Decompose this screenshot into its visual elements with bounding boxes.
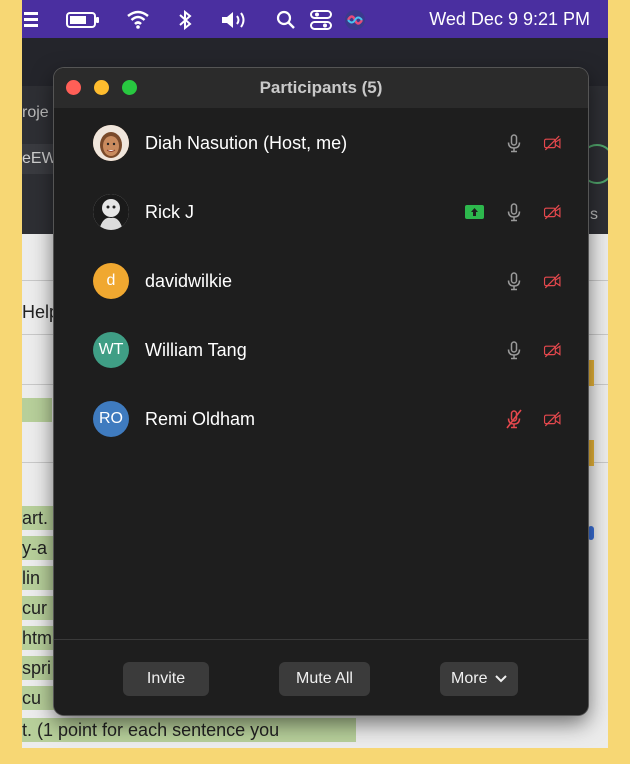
more-button-label: More [451, 670, 488, 687]
doc-line: spri [22, 656, 54, 680]
doc-line: cu [22, 686, 54, 710]
participant-name: William Tang [145, 340, 247, 360]
background-marker [588, 360, 594, 386]
window-titlebar[interactable]: Participants (5) [54, 68, 588, 108]
chevron-down-icon [495, 675, 507, 683]
background-field-fragment: eEW [22, 150, 57, 167]
menubar-clock[interactable]: Wed Dec 9 9:21 PM [429, 0, 590, 38]
mic-icon[interactable] [504, 271, 524, 291]
participant-row[interactable]: d davidwilkie [54, 251, 588, 311]
doc-line: htm [22, 626, 54, 650]
participant-avatar: RO [93, 401, 129, 437]
doc-line: art. [22, 506, 54, 530]
video-off-icon[interactable] [543, 340, 563, 360]
desktop-screen: Wed Dec 9 9:21 PM roje eEW s Help art. y… [22, 0, 608, 748]
background-marker [588, 440, 594, 466]
doc-line: t. (1 point for each sentence you [22, 718, 356, 742]
participants-window: Participants (5) Diah Nasution (Host, me… [54, 68, 588, 715]
doc-line: cur [22, 596, 54, 620]
background-marker [588, 526, 594, 540]
participant-name: Diah Nasution (Host, me) [145, 133, 348, 153]
video-off-icon[interactable] [543, 409, 563, 429]
wifi-icon[interactable] [126, 9, 150, 29]
invite-button[interactable]: Invite [123, 662, 209, 696]
battery-icon[interactable] [66, 12, 100, 28]
siri-icon[interactable] [344, 9, 366, 31]
participant-avatar: WT [93, 332, 129, 368]
window-title: Participants (5) [259, 78, 383, 97]
mic-icon[interactable] [504, 133, 524, 153]
background-tab-fragment: roje [22, 104, 49, 121]
spotlight-search-icon[interactable] [276, 10, 296, 30]
participant-row[interactable]: Diah Nasution (Host, me) [54, 113, 588, 173]
participant-name: Rick J [145, 202, 194, 222]
more-button[interactable]: More [440, 662, 518, 696]
participant-avatar [93, 194, 129, 230]
participant-avatar: d [93, 263, 129, 299]
mic-icon[interactable] [504, 202, 524, 222]
participant-row[interactable]: WT William Tang [54, 320, 588, 380]
macos-menubar: Wed Dec 9 9:21 PM [22, 0, 608, 38]
participant-avatar [93, 125, 129, 161]
mute-all-button[interactable]: Mute All [279, 662, 370, 696]
volume-icon[interactable] [220, 10, 250, 30]
video-off-icon[interactable] [543, 271, 563, 291]
background-side-fragment: s [590, 206, 598, 223]
control-center-icon[interactable] [310, 9, 332, 31]
menu-lines-icon[interactable] [24, 11, 40, 27]
mic-muted-icon[interactable] [504, 409, 524, 429]
participant-row[interactable]: RO Remi Oldham [54, 389, 588, 449]
bluetooth-icon[interactable] [178, 10, 192, 30]
doc-line: lin [22, 566, 54, 590]
video-off-icon[interactable] [543, 202, 563, 222]
doc-line: y-a [22, 536, 54, 560]
mic-icon[interactable] [504, 340, 524, 360]
participant-row[interactable]: Rick J [54, 182, 588, 242]
participant-name: davidwilkie [145, 271, 233, 291]
video-off-icon[interactable] [543, 133, 563, 153]
participant-name: Remi Oldham [145, 409, 256, 429]
participants-footer: Invite Mute All More [54, 639, 588, 715]
background-highlight-strip [22, 398, 52, 422]
screen-share-icon[interactable] [465, 205, 484, 219]
